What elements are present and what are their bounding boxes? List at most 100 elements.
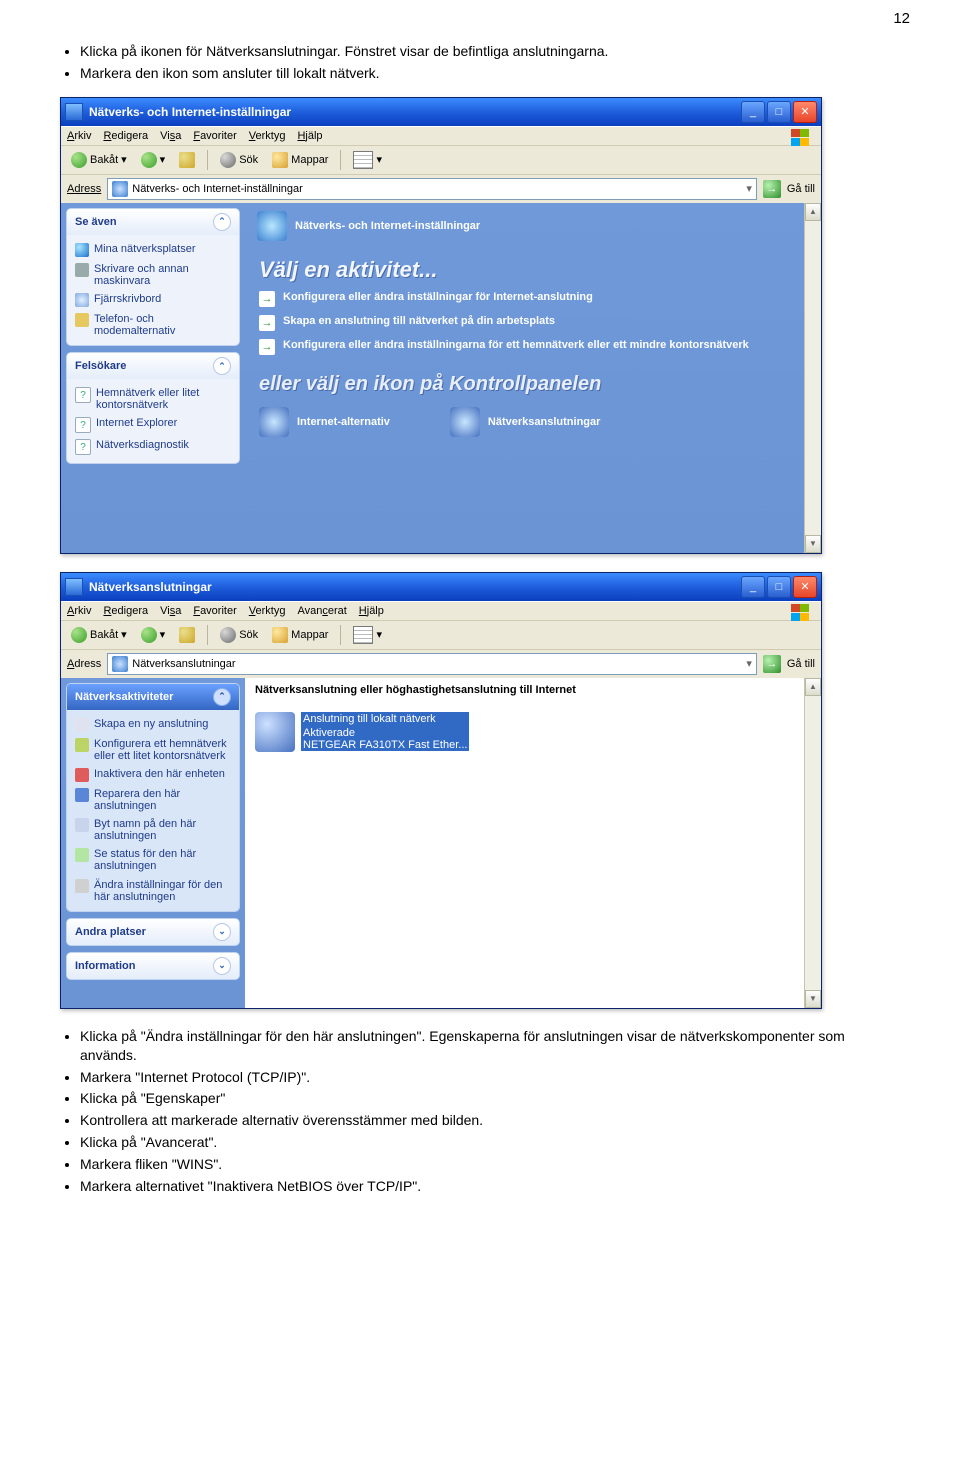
minimize-button[interactable]: _ xyxy=(741,101,765,123)
window-title: Nätverks- och Internet-inställningar xyxy=(89,105,741,119)
views-button[interactable]: ▾ xyxy=(349,624,386,646)
address-field[interactable]: Nätverksanslutningar ▾ xyxy=(107,653,757,675)
search-button[interactable]: Sök xyxy=(216,625,262,645)
expand-icon[interactable]: ⌄ xyxy=(213,923,231,941)
scroll-down-button[interactable]: ▼ xyxy=(805,535,821,553)
go-button[interactable]: → xyxy=(763,655,781,673)
titlebar-icon xyxy=(65,578,83,596)
menu-visa[interactable]: Visa xyxy=(160,605,181,617)
address-label: Adress xyxy=(67,183,101,195)
scroll-up-button[interactable]: ▲ xyxy=(805,678,821,696)
titlebar[interactable]: Nätverks- och Internet-inställningar _ □… xyxy=(61,98,821,126)
collapse-icon[interactable]: ⌃ xyxy=(213,213,231,231)
sidebar: Nätverksaktiviteter⌃ Skapa en ny anslutn… xyxy=(61,678,245,1008)
address-bar: Adress Nätverksanslutningar ▾ → Gå till xyxy=(61,649,821,678)
menubar: Arkiv Redigera Visa Favoriter Verktyg Av… xyxy=(61,601,821,620)
intro-bullets: Klicka på ikonen för Nätverksanslutninga… xyxy=(60,42,900,83)
panel-title: Se även xyxy=(75,216,117,228)
task-link[interactable]: →Konfigurera eller ändra inställningar f… xyxy=(245,287,821,311)
task-setup-network[interactable]: Konfigurera ett hemnätverk eller ett lit… xyxy=(75,735,231,765)
task-link[interactable]: →Skapa en anslutning till nätverket på d… xyxy=(245,311,821,335)
settings-icon xyxy=(75,879,89,893)
menu-redigera[interactable]: Redigera xyxy=(103,130,148,142)
task-repair-connection[interactable]: Reparera den här anslutningen xyxy=(75,785,231,815)
search-button[interactable]: Sök xyxy=(216,150,262,170)
task-change-settings[interactable]: Ändra inställningar för den här anslutni… xyxy=(75,876,231,906)
minimize-button[interactable]: _ xyxy=(741,576,765,598)
cp-icon-internet-options[interactable]: Internet-alternativ xyxy=(259,407,390,437)
menu-favoriter[interactable]: Favoriter xyxy=(193,605,236,617)
menu-hjalp[interactable]: Hjälp xyxy=(297,130,322,142)
scroll-down-button[interactable]: ▼ xyxy=(805,990,821,1008)
address-field[interactable]: Nätverks- och Internet-inställningar ▾ xyxy=(107,178,757,200)
scroll-up-button[interactable]: ▲ xyxy=(805,203,821,221)
folders-icon xyxy=(272,627,288,643)
address-text: Nätverksanslutningar xyxy=(132,658,235,670)
collapse-icon[interactable]: ⌃ xyxy=(213,688,231,706)
collapse-icon[interactable]: ⌃ xyxy=(213,357,231,375)
toolbar: Bakåt ▾ ▾ Sök Mappar ▾ xyxy=(61,145,821,174)
task-rename-connection[interactable]: Byt namn på den här anslutningen xyxy=(75,815,231,845)
folders-button[interactable]: Mappar xyxy=(268,150,332,170)
network-connections-icon xyxy=(450,407,480,437)
task-link[interactable]: →Konfigurera eller ändra inställningarna… xyxy=(245,335,821,359)
task-view-status[interactable]: Se status för den här anslutningen xyxy=(75,845,231,875)
scrollbar[interactable]: ▲ ▼ xyxy=(804,678,821,1008)
arrow-icon: → xyxy=(259,291,275,307)
maximize-button[interactable]: □ xyxy=(767,101,791,123)
views-button[interactable]: ▾ xyxy=(349,149,386,171)
cp-icon-network-connections[interactable]: Nätverksanslutningar xyxy=(450,407,600,437)
expand-icon[interactable]: ⌄ xyxy=(213,957,231,975)
forward-button[interactable]: ▾ xyxy=(137,150,170,170)
folders-button[interactable]: Mappar xyxy=(268,625,332,645)
go-label: Gå till xyxy=(787,183,815,195)
menu-redigera[interactable]: Redigera xyxy=(103,605,148,617)
task-create-connection[interactable]: Skapa en ny anslutning xyxy=(75,715,231,735)
up-button[interactable] xyxy=(175,150,199,170)
sidebar-item[interactable]: ?Hemnätverk eller litet kontorsnätverk xyxy=(75,384,231,414)
back-button[interactable]: Bakåt ▾ xyxy=(67,625,131,645)
sidebar-item[interactable]: Skrivare och annan maskinvara xyxy=(75,260,231,290)
sidebar-item[interactable]: Telefon- och modemalternativ xyxy=(75,310,231,340)
titlebar[interactable]: Nätverksanslutningar _ □ ✕ xyxy=(61,573,821,601)
menu-favoriter[interactable]: Favoriter xyxy=(193,130,236,142)
back-button[interactable]: Bakåt ▾ xyxy=(67,150,131,170)
content-pane: Nätverks- och Internet-inställningar Väl… xyxy=(245,203,821,553)
task-disable-device[interactable]: Inaktivera den här enheten xyxy=(75,765,231,785)
up-button[interactable] xyxy=(175,625,199,645)
sidebar-item[interactable]: ?Nätverksdiagnostik xyxy=(75,436,231,458)
sidebar-item[interactable]: Mina nätverksplatser xyxy=(75,240,231,260)
menu-arkiv[interactable]: Arkiv xyxy=(67,605,91,617)
help-icon: ? xyxy=(75,439,91,455)
menu-verktyg[interactable]: Verktyg xyxy=(249,605,286,617)
menu-verktyg[interactable]: Verktyg xyxy=(249,130,286,142)
menu-arkiv[interactable]: Arkiv xyxy=(67,130,91,142)
disable-icon xyxy=(75,768,89,782)
bullet: Klicka på "Avancerat". xyxy=(80,1133,900,1152)
maximize-button[interactable]: □ xyxy=(767,576,791,598)
sidebar-item[interactable]: ?Internet Explorer xyxy=(75,414,231,436)
bullet: Markera "Internet Protocol (TCP/IP)". xyxy=(80,1068,900,1087)
lan-connection-icon xyxy=(255,712,295,752)
arrow-icon: → xyxy=(259,315,275,331)
sidebar-item[interactable]: Fjärrskrivbord xyxy=(75,290,231,310)
back-icon xyxy=(71,627,87,643)
close-button[interactable]: ✕ xyxy=(793,576,817,598)
bullet: Markera fliken "WINS". xyxy=(80,1155,900,1174)
heading-pick-activity: Välj en aktivitet... xyxy=(245,249,821,287)
go-button[interactable]: → xyxy=(763,180,781,198)
help-icon: ? xyxy=(75,417,91,433)
lan-status: Aktiverade xyxy=(301,727,469,739)
lan-connection-item[interactable]: Anslutning till lokalt nätverk Aktiverad… xyxy=(245,702,821,762)
network-places-icon xyxy=(75,243,89,257)
window-network-connections: Nätverksanslutningar _ □ ✕ Arkiv Rediger… xyxy=(60,572,822,1009)
menu-visa[interactable]: Visa xyxy=(160,130,181,142)
forward-button[interactable]: ▾ xyxy=(137,625,170,645)
address-label: Adress xyxy=(67,658,101,670)
close-button[interactable]: ✕ xyxy=(793,101,817,123)
page-number: 12 xyxy=(0,0,960,32)
menu-avancerat[interactable]: Avancerat xyxy=(297,605,346,617)
scrollbar[interactable]: ▲ ▼ xyxy=(804,203,821,553)
category-title: Nätverks- och Internet-inställningar xyxy=(295,220,480,232)
menu-hjalp[interactable]: Hjälp xyxy=(359,605,384,617)
